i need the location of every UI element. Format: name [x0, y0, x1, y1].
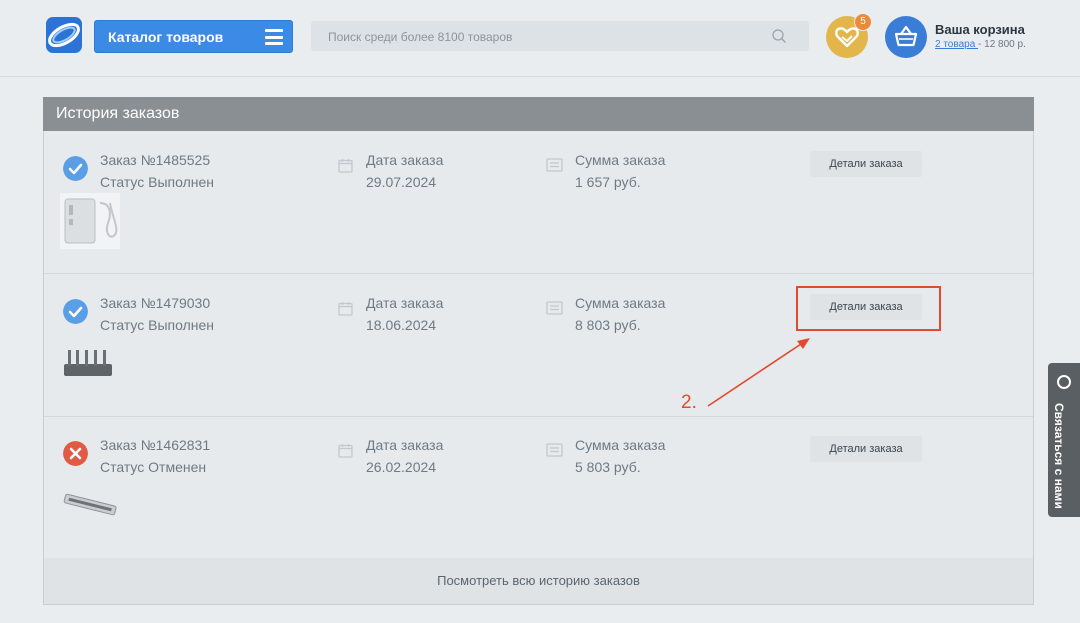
check-circle-icon — [63, 156, 88, 181]
cart-title: Ваша корзина — [935, 22, 1025, 37]
order-row: Заказ №1485525 Статус Выполнен Дата зака… — [44, 131, 1033, 274]
receipt-icon — [546, 443, 563, 457]
search-input[interactable] — [311, 21, 770, 53]
check-circle-icon — [63, 299, 88, 324]
cart-total: - 12 800 р. — [978, 39, 1026, 50]
order-date-label: Дата заказа — [366, 295, 444, 311]
search-bar — [311, 21, 809, 53]
order-date: 26.02.2024 — [366, 459, 437, 475]
order-sum-label: Сумма заказа — [575, 437, 666, 453]
highlight-box — [796, 286, 941, 331]
light-bar-product-icon[interactable] — [60, 488, 120, 522]
order-status: Статус Отменен — [100, 459, 207, 475]
panel-title: История заказов — [43, 97, 1034, 131]
cart-summary: 2 товара - 12 800 р. — [935, 39, 1026, 50]
router-product-icon[interactable] — [60, 346, 116, 380]
annotation-arrow-icon — [707, 338, 810, 407]
logo-icon[interactable] — [45, 16, 83, 54]
search-icon[interactable] — [771, 28, 787, 44]
order-row: Заказ №1462831 Статус Отменен Дата заказ… — [44, 416, 1033, 559]
view-all-orders-link[interactable]: Посмотреть всю историю заказов — [44, 558, 1033, 604]
catalog-button-label: Каталог товаров — [108, 28, 224, 45]
order-number: Заказ №1462831 — [100, 437, 211, 453]
order-status: Статус Выполнен — [100, 317, 215, 333]
order-number: Заказ №1479030 — [100, 295, 211, 311]
receipt-icon — [546, 158, 563, 172]
cancel-circle-icon — [63, 441, 88, 466]
order-sum: 1 657 руб. — [575, 174, 641, 190]
calendar-icon — [338, 302, 353, 316]
order-date: 29.07.2024 — [366, 174, 437, 190]
calendar-icon — [338, 159, 353, 173]
site-header: Каталог товаров 5 Ваша корзина 2 товара … — [0, 0, 1080, 77]
calendar-icon — [338, 444, 353, 458]
order-sum: 5 803 руб. — [575, 459, 641, 475]
contact-us-tab[interactable]: Связаться с нами — [1048, 363, 1080, 517]
order-details-button[interactable]: Детали заказа — [810, 436, 922, 462]
cart-items-link[interactable]: 2 товара — [935, 39, 978, 50]
order-status: Статус Выполнен — [100, 174, 215, 190]
catalog-button[interactable]: Каталог товаров — [94, 20, 293, 53]
receipt-icon — [546, 301, 563, 315]
order-sum-label: Сумма заказа — [575, 295, 666, 311]
contact-us-label: Связаться с нами — [1052, 403, 1066, 509]
order-date-label: Дата заказа — [366, 152, 444, 168]
order-details-button[interactable]: Детали заказа — [810, 151, 922, 177]
order-sum-label: Сумма заказа — [575, 152, 666, 168]
order-date-label: Дата заказа — [366, 437, 444, 453]
charger-product-icon[interactable] — [60, 193, 120, 249]
annotation-step-label: 2. — [681, 392, 697, 413]
order-date: 18.06.2024 — [366, 317, 437, 333]
chat-icon — [1057, 375, 1071, 389]
order-number: Заказ №1485525 — [100, 152, 211, 168]
menu-icon — [265, 29, 283, 45]
favorites-count-badge: 5 — [854, 13, 872, 31]
order-sum: 8 803 руб. — [575, 317, 641, 333]
cart-button[interactable] — [885, 16, 927, 58]
basket-icon — [894, 25, 918, 47]
